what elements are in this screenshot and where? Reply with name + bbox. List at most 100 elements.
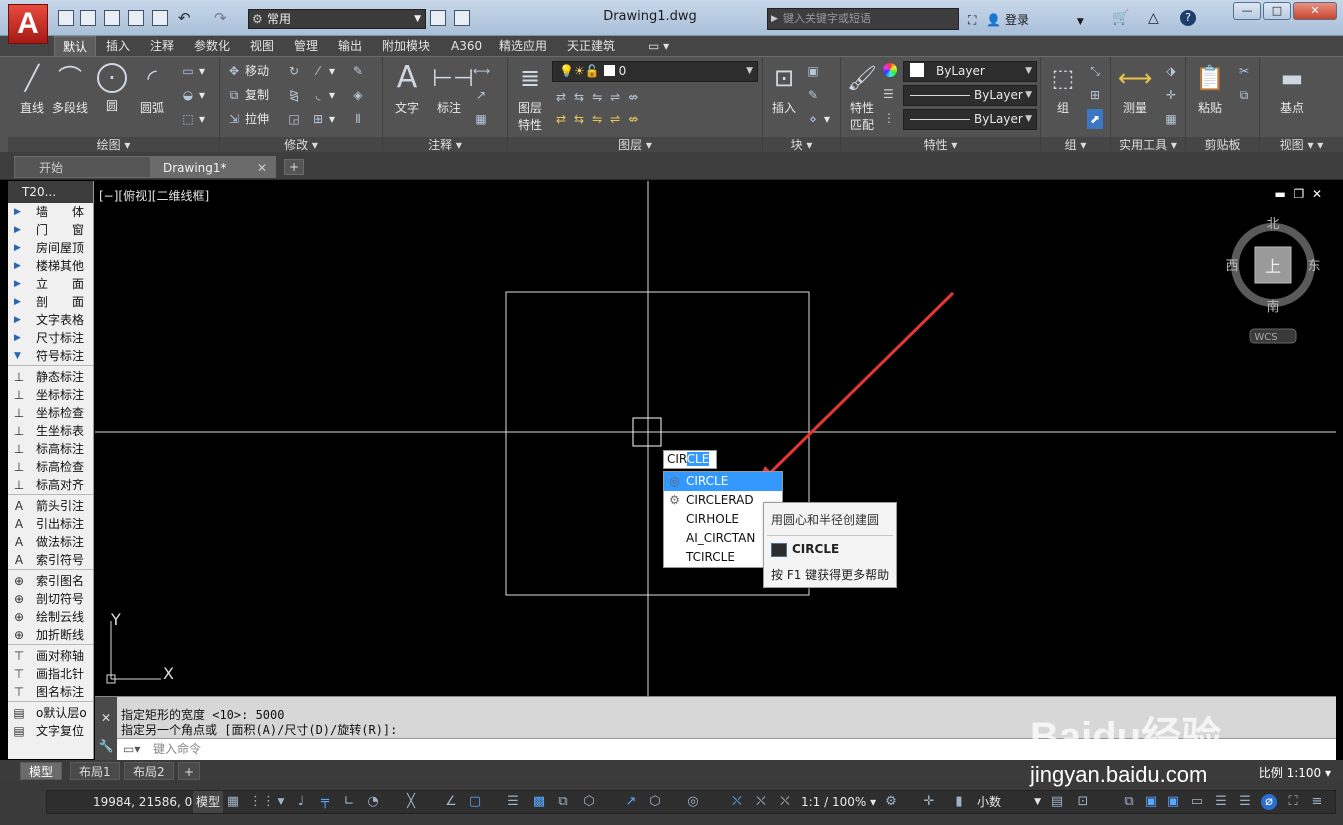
wrench-icon[interactable]: 🔧 — [95, 739, 117, 753]
hatch-button[interactable]: ◒ ▾ — [180, 85, 205, 105]
scale-button[interactable]: ◲ — [286, 109, 305, 129]
palette-item[interactable]: ▶ 楼梯其他 — [8, 257, 93, 275]
create-block-button[interactable]: ▣ — [805, 61, 824, 81]
compass-south[interactable]: 南 — [1266, 299, 1279, 315]
cart-icon[interactable]: 🛒 — [1112, 10, 1129, 26]
line-button[interactable]: ╱ 直线 — [12, 61, 52, 116]
redo-icon[interactable]: ↷ — [214, 9, 227, 27]
compass-west[interactable]: 西 — [1225, 259, 1238, 274]
compass-north[interactable]: 北 — [1266, 217, 1279, 232]
palette-item[interactable]: ▶ 墙 体 — [8, 203, 93, 221]
dynamic-input-field[interactable]: CIRCLE — [663, 450, 717, 469]
panel-view-title[interactable]: 视图 ▾ ▾ — [1260, 137, 1343, 153]
rectangle-button[interactable]: ▭ ▾ — [180, 61, 205, 81]
plot-icon[interactable] — [454, 10, 470, 26]
palette-item[interactable]: ⊤ 画对称轴 — [8, 647, 93, 665]
tab-annotate[interactable]: 注释 — [142, 36, 182, 56]
leader-button[interactable]: ↗ — [473, 85, 492, 105]
palette-item[interactable]: ⊥ 静态标注 — [8, 368, 93, 386]
ortho-icon[interactable]: ∟ — [341, 794, 357, 810]
tab-a360[interactable]: A360 — [443, 36, 490, 56]
annotation-visibility-icon[interactable]: ⛌ — [729, 794, 745, 810]
print-icon[interactable] — [152, 10, 168, 26]
move-button[interactable]: ✥ 移动 — [226, 61, 269, 81]
fullscreen-icon[interactable]: ⛶ — [1285, 794, 1301, 810]
close-button[interactable]: ✕ — [1293, 2, 1337, 20]
mirror-button[interactable]: ⧎ — [286, 85, 305, 105]
add-layout-button[interactable]: + — [178, 762, 201, 780]
transparency-icon[interactable]: ▩ — [531, 794, 547, 810]
palette-item[interactable]: ⊤ 画指北针 — [8, 665, 93, 683]
boundary-button[interactable]: ⬚ ▾ — [180, 109, 205, 129]
new-file-icon[interactable] — [58, 10, 74, 26]
palette-item[interactable]: ⊥ 标高检查 — [8, 458, 93, 476]
polyline-button[interactable]: ⌒ 多段线 — [50, 61, 90, 116]
annotation-monitor-icon[interactable]: ✛ — [921, 794, 937, 810]
palette-item[interactable]: ⊥ 坐标标注 — [8, 386, 93, 404]
group-select-button[interactable]: ⬈ — [1087, 109, 1106, 129]
linear-dim-button[interactable]: ⟷ — [473, 61, 492, 81]
palette-item[interactable]: ⊥ 标高对齐 — [8, 476, 93, 494]
panel-utilities-title[interactable]: 实用工具 ▾ — [1111, 137, 1185, 153]
attribute-button[interactable]: ⋄ ▾ — [805, 109, 830, 129]
drawing-viewport[interactable]: [−][俯视][二维线框] ▬ ❐ ✕ Y X 上 北 南 东 西 WCS — [95, 181, 1336, 696]
panel-groups-title[interactable]: 组 ▾ — [1041, 137, 1110, 153]
trim-button[interactable]: ⁄ ▾ — [310, 61, 335, 81]
tab-output[interactable]: 输出 — [330, 36, 370, 56]
palette-item[interactable]: A 做法标注 — [8, 533, 93, 551]
palette-item[interactable]: A 箭头引注 — [8, 497, 93, 515]
isolate-objects-icon[interactable]: ⧉ — [1121, 794, 1137, 810]
rotate-button[interactable]: ↻ — [286, 61, 305, 81]
auto-scale-icon[interactable]: ⛌ — [753, 794, 769, 810]
palette-item[interactable]: ⊕ 索引图名 — [8, 572, 93, 590]
layer-properties-button[interactable]: ≣ 图层 特性 — [512, 61, 548, 133]
match-properties-button[interactable]: 🖌 特性 匹配 — [843, 61, 881, 133]
tab-layout2[interactable]: 布局2 — [124, 762, 174, 780]
palette-item[interactable]: ▤ 文字复位 — [8, 722, 93, 740]
dimension-button[interactable]: ⊢⊣ 标注 — [429, 61, 474, 116]
ungroup-button[interactable]: ⤡ — [1087, 61, 1106, 81]
table-button[interactable]: ▦ — [473, 109, 492, 129]
palette-item[interactable]: ▶ 立 面 — [8, 275, 93, 293]
tab-drawing1[interactable]: Drawing1* ✕ — [150, 156, 276, 178]
palette-item[interactable]: A 索引符号 — [8, 551, 93, 569]
offset-button[interactable]: ⫴ — [350, 109, 369, 129]
selection-filter-icon[interactable]: ⬡ — [647, 794, 663, 810]
close-icon[interactable]: ✕ — [95, 711, 117, 725]
palette-item[interactable]: ⊕ 加折断线 — [8, 626, 93, 644]
coordinates-readout[interactable]: 19984, 21586, 0 — [93, 791, 192, 813]
tab-manage[interactable]: 管理 — [286, 36, 326, 56]
hardware-accel-icon[interactable]: ▣ — [1143, 794, 1159, 810]
layer-tools-row2[interactable]: ⇄⇆⇋⇌⇎ — [556, 109, 646, 129]
text-button[interactable]: A 文字 — [387, 61, 427, 116]
3d-osnap-icon[interactable]: ⬡ — [581, 794, 597, 810]
panel-block-title[interactable]: 块 ▾ — [763, 137, 840, 153]
palette-item[interactable]: ▶ 文字表格 — [8, 311, 93, 329]
tab-view[interactable]: 视图 — [242, 36, 282, 56]
copy-clip-button[interactable]: ⧉ — [1236, 85, 1255, 105]
group-edit-button[interactable]: ⊞ — [1087, 85, 1106, 105]
search-input[interactable]: ▶ 键入关键字或短语 — [767, 8, 959, 30]
tab-start[interactable]: 开始 — [14, 156, 154, 178]
group-button[interactable]: ⬚ 组 — [1043, 61, 1083, 116]
login-area[interactable]: ⛶ 👤 登录 ▼ — [968, 10, 1108, 30]
palette-item[interactable]: ⊕ 绘制云线 — [8, 608, 93, 626]
palette-item[interactable]: A 引出标注 — [8, 515, 93, 533]
customize-icon[interactable]: ☰ — [1213, 794, 1229, 810]
calculator-button[interactable]: ▦ — [1163, 109, 1182, 129]
insert-button[interactable]: ⊡ 插入 — [765, 61, 803, 116]
arc-button[interactable]: ◜ 圆弧 — [132, 61, 172, 116]
open-file-icon[interactable] — [80, 10, 96, 26]
panel-properties-title[interactable]: 特性 ▾ — [841, 137, 1040, 153]
lineweight-select[interactable]: ByLayer ▼ — [903, 109, 1037, 130]
palette-item[interactable]: ▶ 门 窗 — [8, 221, 93, 239]
snap-icon[interactable]: ⋮⋮ — [249, 794, 275, 810]
palette-item[interactable]: ⊕ 剖切符号 — [8, 590, 93, 608]
stretch-button[interactable]: ⇲ 拉伸 — [226, 109, 269, 129]
viewcube[interactable]: 上 北 南 东 西 WCS — [1225, 217, 1321, 344]
object-track-icon[interactable]: ∠ — [443, 794, 459, 810]
base-view-button[interactable]: ▬ 基点 — [1270, 61, 1314, 116]
linetype-select[interactable]: ByLayer ▼ — [903, 85, 1037, 106]
measure-button[interactable]: ⟷ 测量 — [1113, 61, 1157, 116]
clean-screen-icon[interactable]: ▣ — [1165, 794, 1181, 810]
